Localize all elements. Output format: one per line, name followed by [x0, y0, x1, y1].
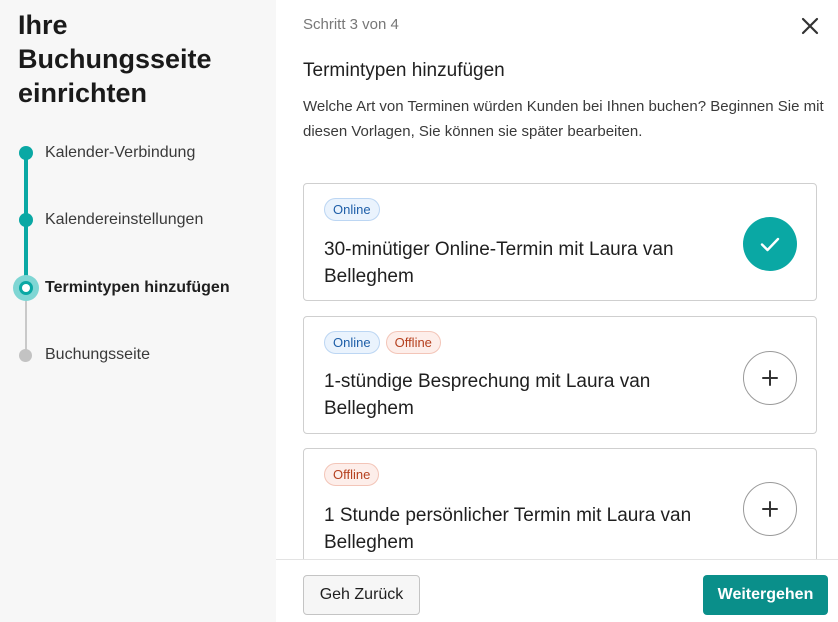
close-button[interactable]	[798, 14, 822, 38]
appointment-card-1h-in-person[interactable]: Offline 1 Stunde persönlicher Termin mit…	[303, 448, 817, 559]
plus-icon	[762, 370, 778, 386]
back-button[interactable]: Geh Zurück	[303, 575, 420, 615]
card-tags: Online	[324, 198, 380, 221]
select-toggle-button[interactable]	[743, 217, 797, 271]
page-description: Welche Art von Terminen würden Kunden be…	[303, 98, 824, 140]
plus-icon	[762, 501, 778, 517]
appointment-card-30min-online[interactable]: Online 30-minütiger Online-Termin mit La…	[303, 183, 817, 301]
tag-offline: Offline	[324, 463, 380, 486]
continue-button[interactable]: Weitergehen	[703, 575, 828, 615]
step-dot-current	[13, 275, 39, 301]
add-button[interactable]	[743, 482, 797, 536]
step-kalendereinstellungen[interactable]: Kalendereinstellungen	[45, 211, 203, 229]
stepper: Kalender-Verbindung Kalendereinstellunge…	[0, 0, 276, 622]
card-title: 1 Stunde persönlicher Termin mit Laura v…	[324, 505, 692, 553]
card-tags: Offline	[324, 463, 380, 486]
sidebar: Ihre Buchungsseite einrichten Kalender-V…	[0, 0, 276, 622]
card-tags: Online Offline	[324, 331, 441, 354]
step-dot-todo	[19, 349, 32, 362]
footer: Geh Zurück Weitergehen	[276, 559, 838, 622]
tag-online: Online	[324, 198, 380, 221]
tag-offline: Offline	[385, 331, 441, 354]
card-title: 1-stündige Besprechung mit Laura van Bel…	[324, 371, 651, 419]
close-icon	[801, 17, 819, 35]
step-dot-done	[19, 213, 33, 227]
main-panel: Schritt 3 von 4 Termintypen hinzufügen W…	[276, 0, 838, 622]
card-title: 30-minütiger Online-Termin mit Laura van…	[324, 239, 674, 287]
step-buchungsseite[interactable]: Buchungsseite	[45, 346, 150, 364]
page-heading: Termintypen hinzufügen	[303, 60, 505, 81]
appointment-card-1h-meeting[interactable]: Online Offline 1-stündige Besprechung mi…	[303, 316, 817, 434]
step-kalender-verbindung[interactable]: Kalender-Verbindung	[45, 144, 195, 162]
add-button[interactable]	[743, 351, 797, 405]
step-termintypen-hinzufuegen[interactable]: Termintypen hinzufügen	[45, 279, 230, 297]
tag-online: Online	[324, 331, 380, 354]
step-counter: Schritt 3 von 4	[303, 16, 399, 33]
stepper-line-done-1	[24, 153, 28, 220]
checkmark-icon	[760, 237, 780, 252]
step-dot-done	[19, 146, 33, 160]
appointment-type-list: Online 30-minütiger Online-Termin mit La…	[303, 183, 817, 559]
